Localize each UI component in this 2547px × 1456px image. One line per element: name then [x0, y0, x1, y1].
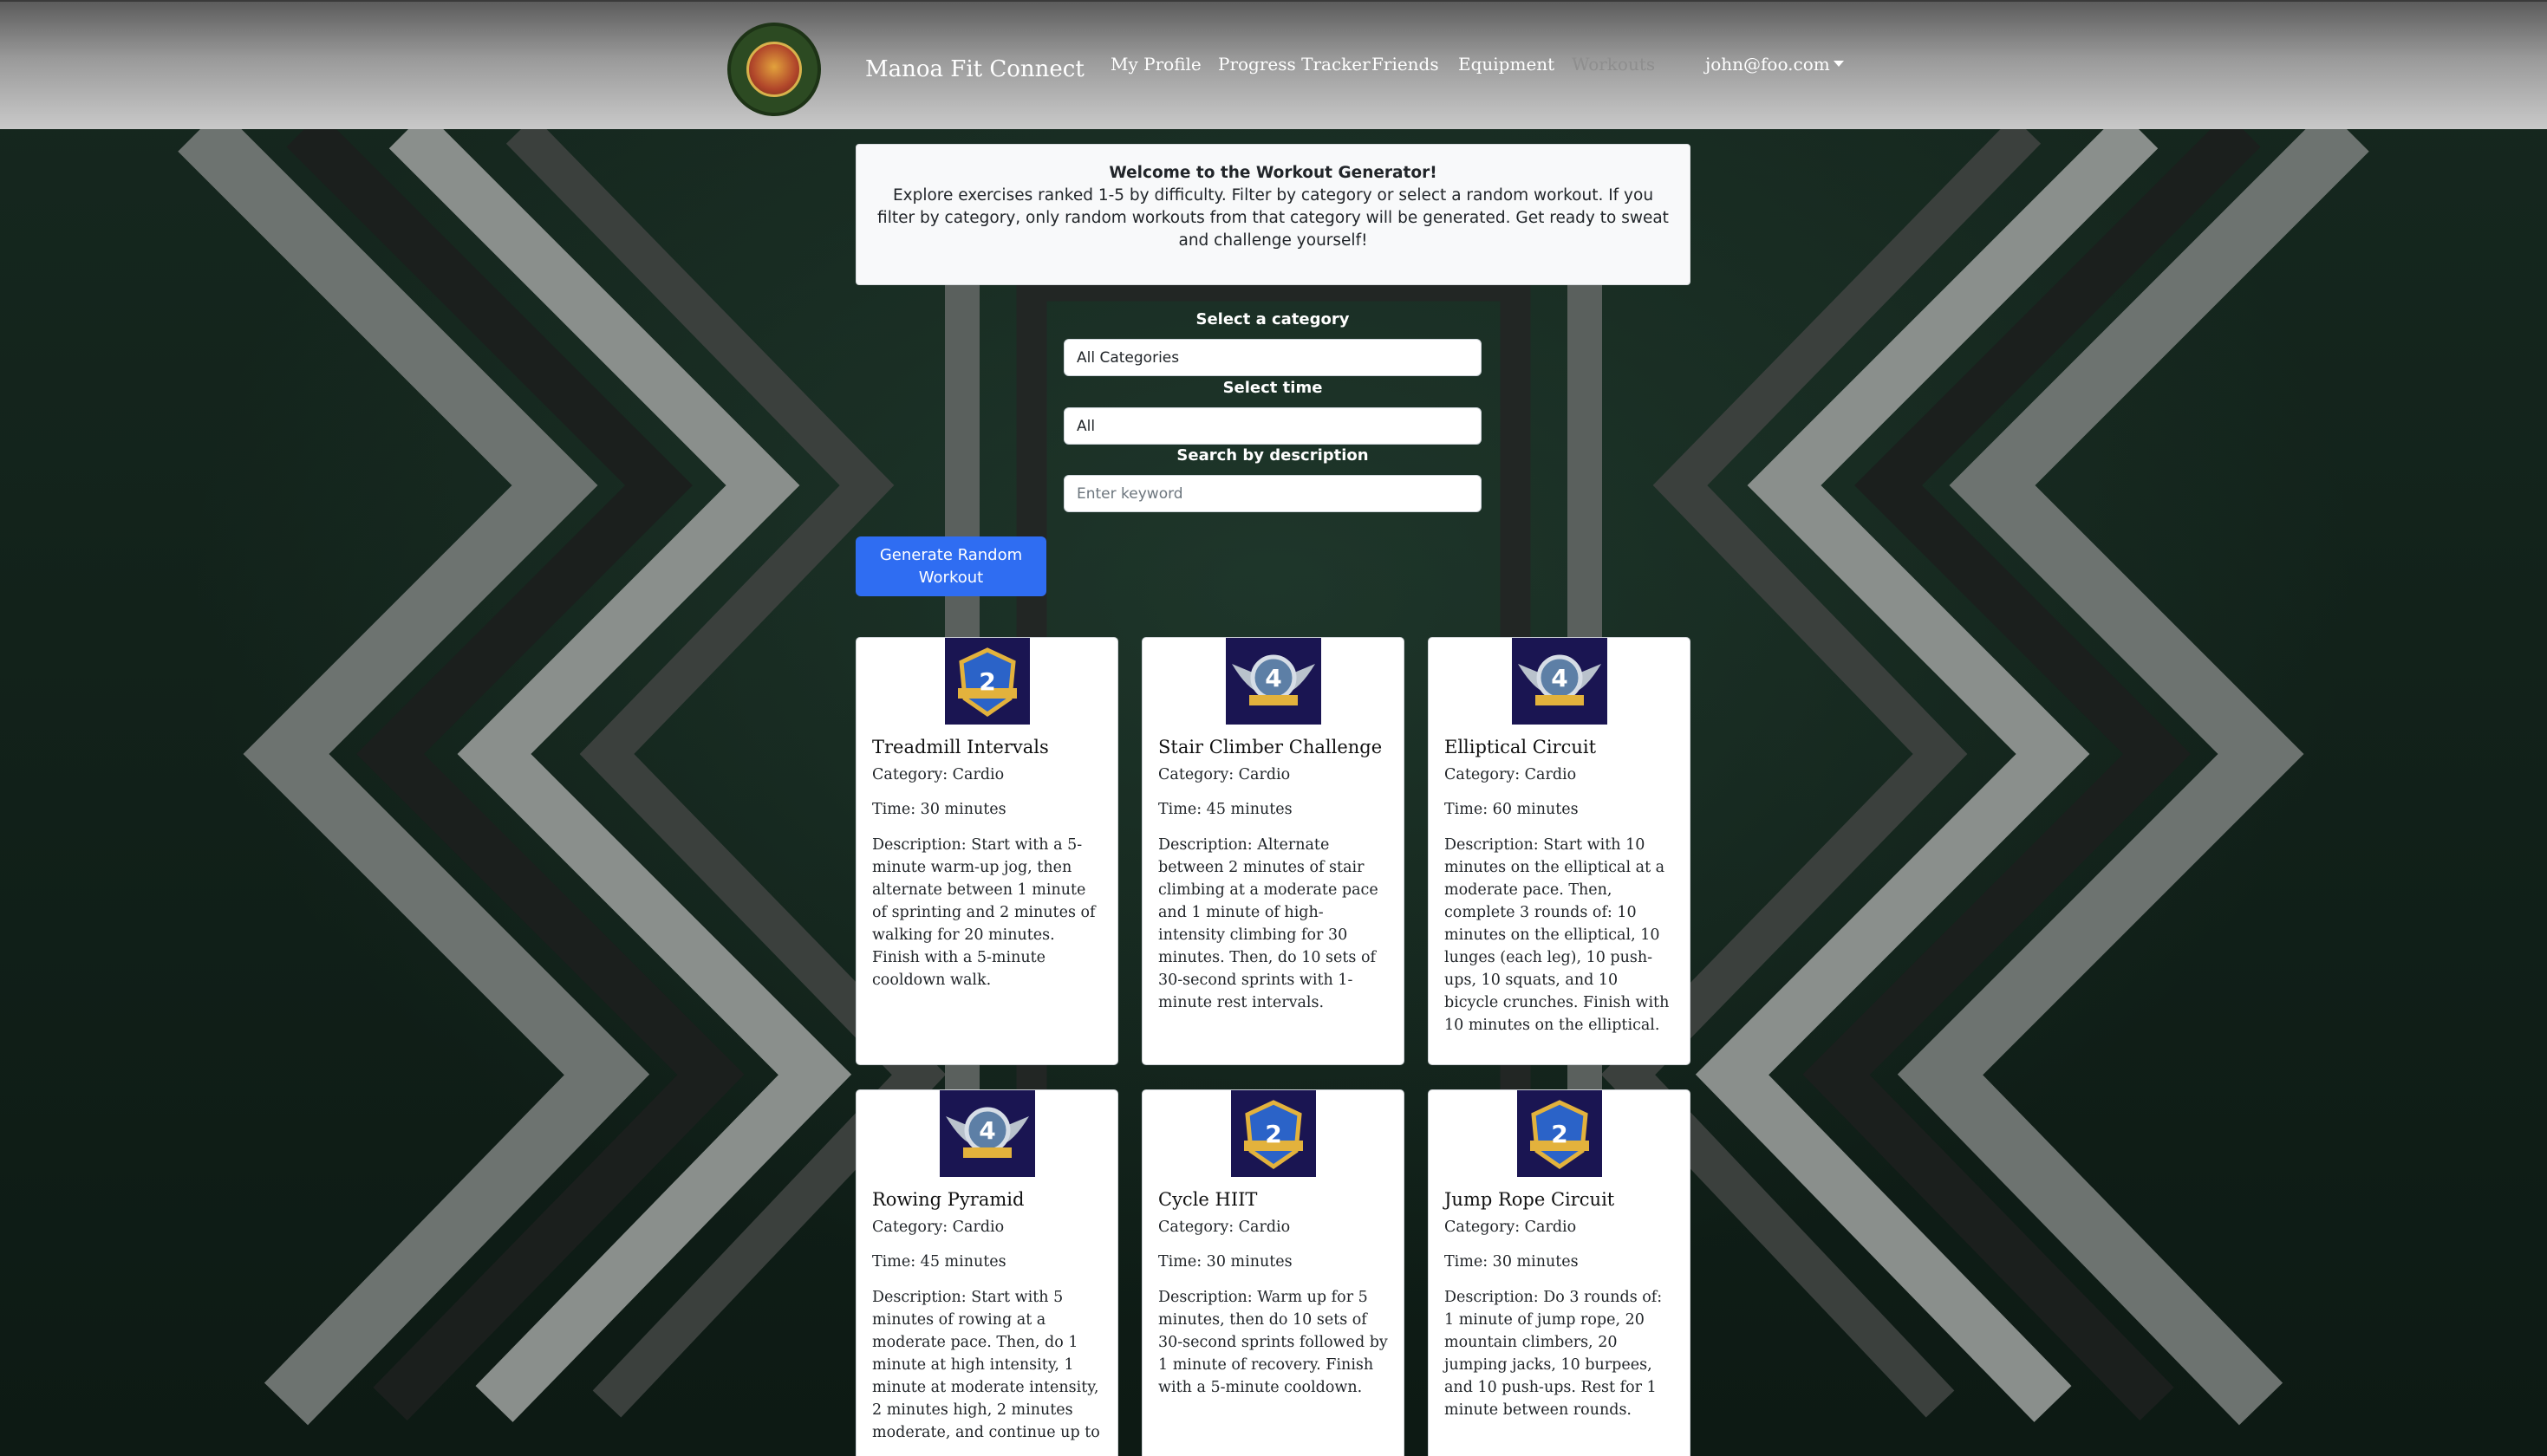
time-label: Select time — [1222, 379, 1323, 397]
difficulty-badge-icon: 4 — [939, 1090, 1035, 1177]
workout-card[interactable]: 2 Cycle HIIT Category: Cardio Time: 30 minu… — [1142, 1089, 1404, 1456]
workout-time: Time: 60 minutes — [1444, 801, 1579, 818]
workout-title: Rowing Pyramid — [872, 1189, 1025, 1210]
workout-time: Time: 30 minutes — [872, 801, 1006, 818]
generate-random-workout-button[interactable]: Generate Random Workout — [856, 536, 1046, 596]
brand-name[interactable]: Manoa Fit Connect — [865, 56, 1085, 82]
manoa-fit-connect-logo-icon[interactable] — [727, 23, 821, 116]
workout-card[interactable]: 4 Elliptical Circuit Category: Cardio Time:… — [1428, 637, 1690, 1065]
workout-title: Elliptical Circuit — [1444, 737, 1597, 757]
difficulty-badge-icon: 4 — [1225, 638, 1321, 725]
workout-description: Description: Start with 5 minutes of row… — [872, 1289, 1100, 1441]
workout-category: Category: Cardio — [872, 1219, 1005, 1236]
svg-text:4: 4 — [1265, 664, 1281, 692]
user-email: john@foo.com — [1705, 54, 1830, 75]
workout-description: Description: Warm up for 5 minutes, then… — [1158, 1289, 1388, 1396]
workout-card[interactable]: 2 Treadmill Intervals Category: Cardio Time… — [856, 637, 1118, 1065]
time-select[interactable]: All — [1064, 407, 1482, 445]
svg-text:2: 2 — [1265, 1120, 1281, 1148]
user-menu-dropdown[interactable]: john@foo.com — [1705, 54, 1844, 75]
search-input[interactable]: Enter keyword — [1064, 475, 1482, 512]
intro-title: Welcome to the Workout Generator! — [1109, 164, 1437, 182]
workout-card[interactable]: 4 Stair Climber Challenge Category: Cardio… — [1142, 637, 1404, 1065]
workout-description: Description: Do 3 rounds of: 1 minute of… — [1444, 1289, 1663, 1419]
difficulty-badge-icon: 2 — [944, 638, 1030, 725]
svg-text:4: 4 — [1551, 664, 1567, 692]
workout-title: Cycle HIIT — [1158, 1189, 1258, 1210]
workout-description: Description: Start with 10 minutes on th… — [1444, 836, 1670, 1034]
workout-time: Time: 45 minutes — [1158, 801, 1293, 818]
workout-card[interactable]: 2 Jump Rope Circuit Category: Cardio Time: … — [1428, 1089, 1690, 1456]
nav-my-profile[interactable]: My Profile — [1111, 54, 1202, 75]
search-label: Search by description — [1176, 446, 1369, 465]
workout-title: Stair Climber Challenge — [1158, 737, 1383, 757]
workout-time: Time: 30 minutes — [1444, 1253, 1579, 1271]
workout-category: Category: Cardio — [1444, 1219, 1577, 1236]
chevron-down-icon — [1833, 61, 1844, 67]
intro-panel: Welcome to the Workout Generator! Explor… — [856, 144, 1690, 285]
workout-time: Time: 30 minutes — [1158, 1253, 1293, 1271]
logo-emblem — [746, 42, 802, 97]
workout-time: Time: 45 minutes — [872, 1253, 1006, 1271]
difficulty-badge-icon: 2 — [1516, 1090, 1602, 1177]
nav-friends[interactable]: Friends — [1371, 54, 1439, 75]
difficulty-badge-icon: 2 — [1230, 1090, 1316, 1177]
workout-category: Category: Cardio — [1158, 766, 1291, 783]
workout-category: Category: Cardio — [872, 766, 1005, 783]
workout-title: Treadmill Intervals — [872, 737, 1049, 757]
difficulty-badge-icon: 4 — [1511, 638, 1607, 725]
nav-progress-tracker[interactable]: Progress Tracker — [1218, 54, 1371, 75]
svg-text:2: 2 — [979, 667, 995, 696]
intro-text: Explore exercises ranked 1-5 by difficul… — [877, 186, 1669, 250]
category-select[interactable]: All Categories — [1064, 339, 1482, 376]
category-label: Select a category — [1195, 310, 1350, 328]
workout-category: Category: Cardio — [1444, 766, 1577, 783]
workout-title: Jump Rope Circuit — [1444, 1189, 1615, 1210]
workout-description: Description: Alternate between 2 minutes… — [1158, 836, 1378, 1011]
workout-description: Description: Start with a 5-minute warm-… — [872, 836, 1096, 989]
navbar: Manoa Fit Connect My Profile Progress Tr… — [0, 0, 2547, 129]
workout-card[interactable]: 4 Rowing Pyramid Category: Cardio Time: 45 … — [856, 1089, 1118, 1456]
svg-text:4: 4 — [979, 1116, 995, 1145]
workout-category: Category: Cardio — [1158, 1219, 1291, 1236]
svg-text:2: 2 — [1551, 1120, 1567, 1148]
nav-equipment[interactable]: Equipment — [1458, 54, 1554, 75]
nav-workouts[interactable]: Workouts — [1572, 54, 1655, 75]
